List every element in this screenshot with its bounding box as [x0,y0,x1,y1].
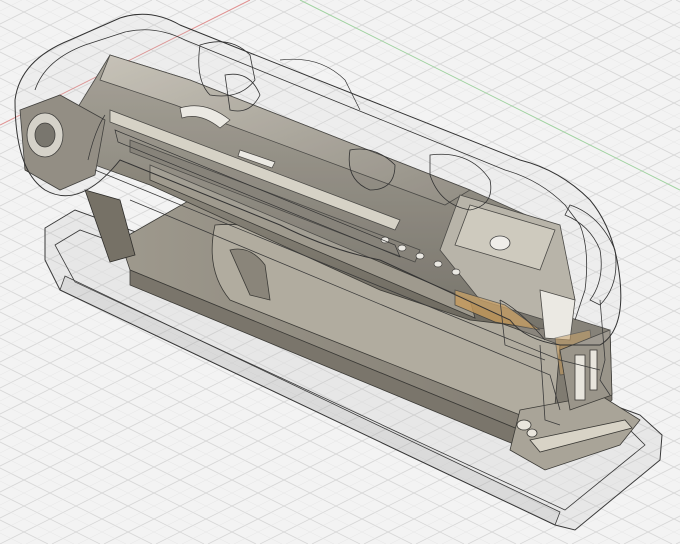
3d-viewport[interactable] [0,0,680,544]
stapler-model[interactable] [0,0,680,544]
